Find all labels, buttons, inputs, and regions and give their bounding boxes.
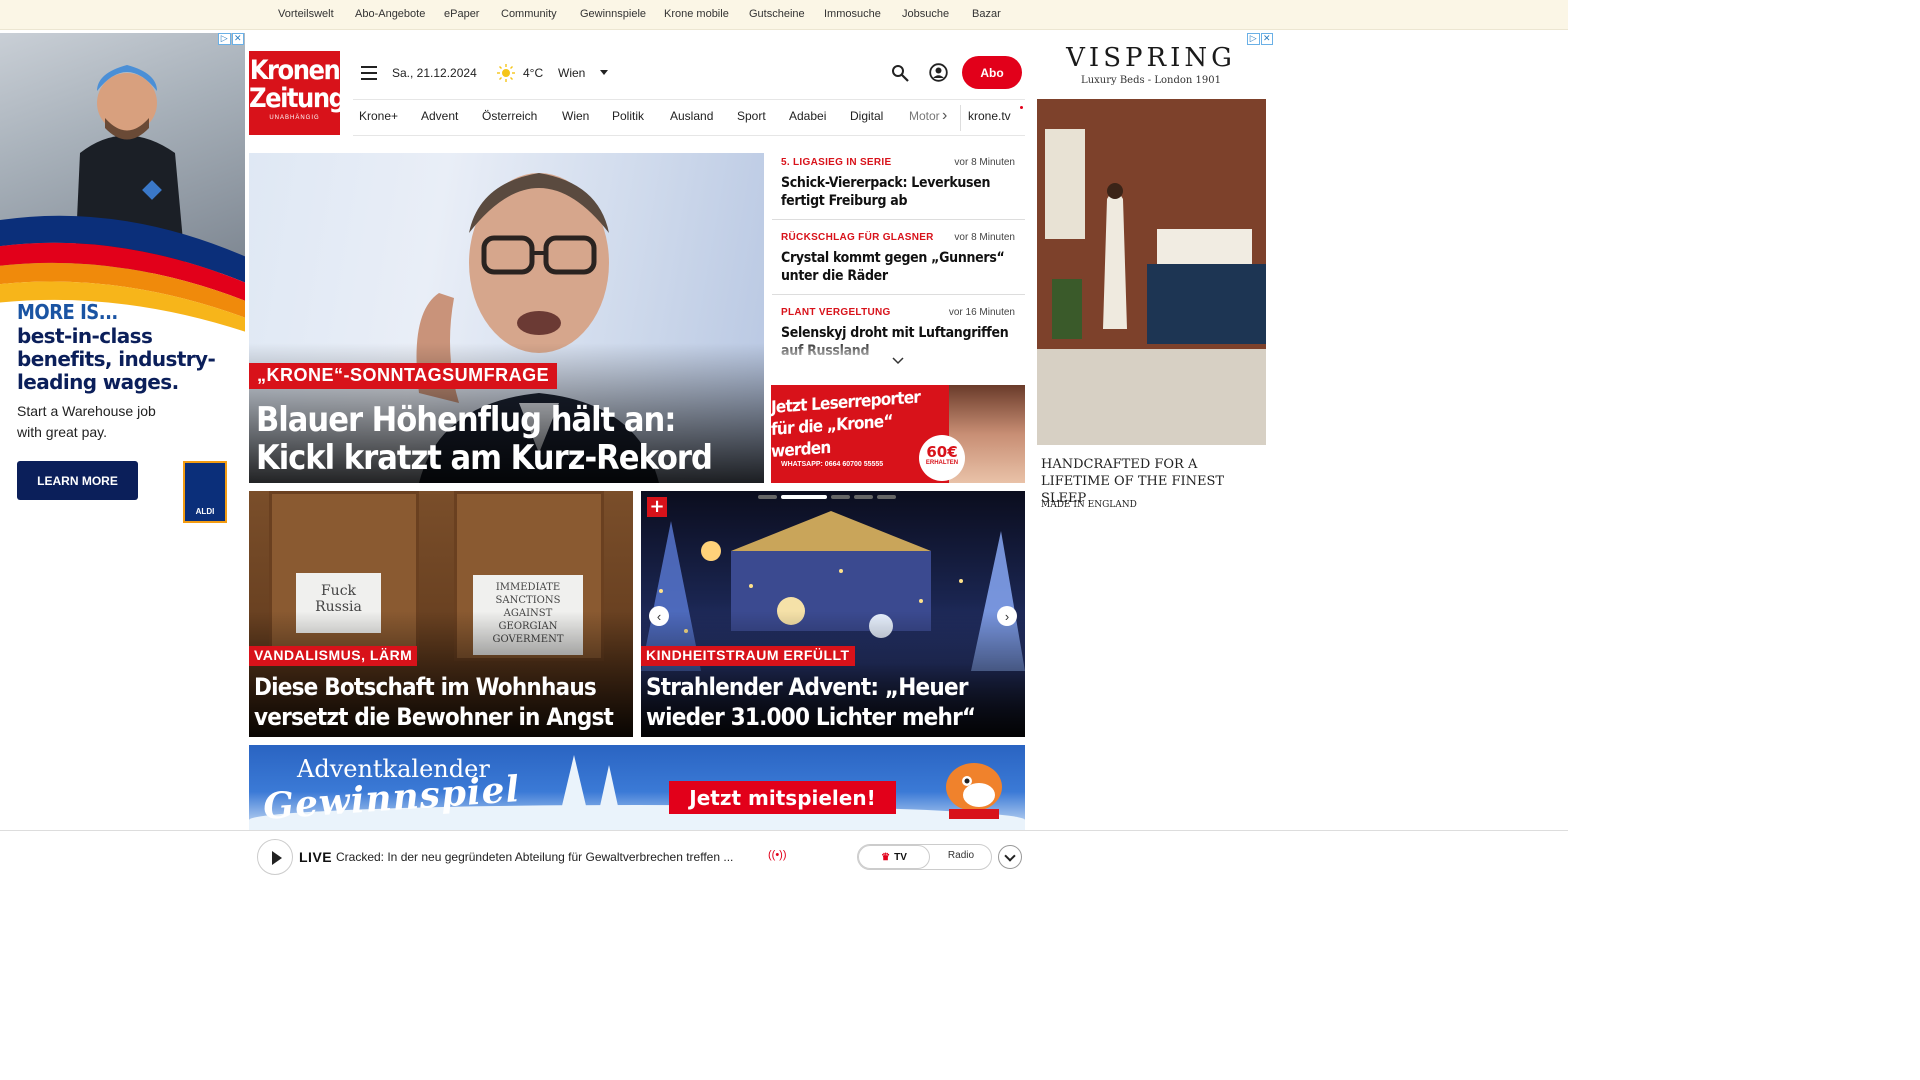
fox-mascot-icon xyxy=(946,763,1002,819)
vispring-logo: VISPRING xyxy=(1066,43,1236,73)
aldi-logo: ALDI xyxy=(183,461,227,523)
krone-plus-icon: + xyxy=(647,497,667,517)
news-time: vor 16 Minuten xyxy=(948,307,1015,318)
nav-divider xyxy=(960,105,961,131)
user-account-icon[interactable] xyxy=(929,63,948,82)
nav-item-ausland[interactable]: Ausland xyxy=(670,109,713,123)
teaser-article[interactable]: Fuck Russia IMMEDIATE SANCTIONS AGAINST … xyxy=(249,491,633,737)
topbar-link-gewinnspiele[interactable]: Gewinnspiele xyxy=(580,8,646,20)
news-kicker: RÜCKSCHLAG FÜR GLASNER xyxy=(781,232,934,243)
teaser-title[interactable]: Diese Botschaft im Wohnhaus versetzt die… xyxy=(254,672,633,732)
jetzt-mitspielen-button[interactable]: Jetzt mitspielen! xyxy=(669,781,896,814)
topbar-link-jobsuche[interactable]: Jobsuche xyxy=(902,8,949,20)
menu-icon[interactable] xyxy=(361,66,377,80)
slide-dot[interactable] xyxy=(831,495,850,499)
right-advertisement[interactable]: ▷ ✕ VISPRING Luxury Beds - London 1901 HA… xyxy=(1037,33,1273,525)
top-utility-bar: Vorteilswelt Abo-Angebote ePaper Communi… xyxy=(0,0,1568,30)
live-indicator-dot xyxy=(1020,106,1023,109)
vispring-made-in: MADE IN ENGLAND xyxy=(1041,500,1137,510)
hero-title[interactable]: Blauer Höhenflug hält an: Kickl kratzt a… xyxy=(256,401,756,477)
chevron-right-icon[interactable]: › xyxy=(942,108,947,124)
teaser-kicker: VANDALISMUS, LÄRM xyxy=(249,646,418,666)
learn-more-button[interactable]: LEARN MORE xyxy=(17,461,138,500)
crown-icon: ♛ xyxy=(881,851,891,863)
news-time: vor 8 Minuten xyxy=(954,157,1015,168)
chevron-down-icon[interactable] xyxy=(600,70,608,75)
slide-dot[interactable] xyxy=(758,495,777,499)
tree-icon xyxy=(561,755,621,820)
teaser-title[interactable]: Strahlender Advent: „Heuer wieder 31.000… xyxy=(646,672,1025,732)
nav-item-oesterreich[interactable]: Österreich xyxy=(482,109,537,123)
sun-icon xyxy=(497,64,515,82)
chevron-left-icon[interactable]: ‹ xyxy=(649,606,669,626)
radio-tab[interactable]: Radio xyxy=(930,850,992,861)
hero-article[interactable]: „KRONE“-SONNTAGSUMFRAGE Blauer Höhenflug… xyxy=(249,153,764,483)
slide-dot-active[interactable] xyxy=(781,495,827,499)
topbar-link-immosuche[interactable]: Immosuche xyxy=(824,8,881,20)
teaser-slideshow[interactable]: KINDHEITSTRAUM ERFÜLLT Strahlender Adven… xyxy=(641,491,1025,737)
slide-dot[interactable] xyxy=(877,495,896,499)
nav-item-krone-tv[interactable]: krone.tv xyxy=(968,109,1011,123)
topbar-link-community[interactable]: Community xyxy=(501,8,557,20)
temperature: 4°C xyxy=(523,66,544,80)
live-label: LIVE xyxy=(299,849,333,865)
news-title[interactable]: Schick-Viererpack: Leverkusen fertigt Fr… xyxy=(781,174,1016,210)
left-advertisement[interactable]: ▷ ✕ MORE IS... best-in-class benefits, in… xyxy=(0,33,245,525)
adventkalender-banner[interactable]: Adventkalender Gewinnspiel Jetzt mitspie… xyxy=(249,745,1025,830)
main-navigation: Krone+ Advent Österreich Wien Politik Au… xyxy=(353,99,1025,136)
ad-subtext: Start a Warehouse job with great pay. xyxy=(17,403,156,440)
nav-item-adabei[interactable]: Adabei xyxy=(789,109,826,123)
broadcast-icon: ((•)) xyxy=(768,849,787,861)
topbar-link-epaper[interactable]: ePaper xyxy=(444,8,479,20)
topbar-link-krone-mobile[interactable]: Krone mobile xyxy=(664,8,729,20)
teaser-kicker: KINDHEITSTRAUM ERFÜLLT xyxy=(641,646,855,666)
city-selector[interactable]: Wien xyxy=(558,66,585,80)
slide-dot[interactable] xyxy=(854,495,873,499)
news-time: vor 8 Minuten xyxy=(954,232,1015,243)
nav-item-sport[interactable]: Sport xyxy=(737,109,766,123)
expand-chevron-icon[interactable] xyxy=(998,845,1022,869)
ad-headline: best-in-class benefits, industry-leading… xyxy=(17,324,216,394)
vispring-tagline: Luxury Beds - London 1901 xyxy=(1081,75,1221,86)
news-item[interactable]: RÜCKSCHLAG FÜR GLASNER vor 8 Minuten Cry… xyxy=(772,228,1025,295)
live-player-bar: LIVE Cracked: In der neu gegründeten Abt… xyxy=(0,830,1568,882)
chevron-down-icon[interactable] xyxy=(892,355,904,367)
news-item[interactable]: 5. LIGASIEG IN SERIE vor 8 Minuten Schic… xyxy=(772,153,1025,220)
nav-item-politik[interactable]: Politik xyxy=(612,109,644,123)
kronen-zeitung-logo[interactable]: Kronen Zeitung UNABHÄNGIG xyxy=(249,51,346,135)
news-title[interactable]: Crystal kommt gegen „Gunners“ unter die … xyxy=(781,249,1016,285)
nav-item-krone-plus[interactable]: Krone+ xyxy=(359,109,398,123)
tv-radio-toggle: ♛ TV Radio xyxy=(857,844,992,870)
tv-tab[interactable]: ♛ TV xyxy=(858,845,930,869)
topbar-link-vorteilswelt[interactable]: Vorteilswelt xyxy=(278,8,334,20)
nav-item-wien[interactable]: Wien xyxy=(562,109,589,123)
live-ticker-text[interactable]: Cracked: In der neu gegründeten Abteilun… xyxy=(336,850,733,864)
play-button[interactable] xyxy=(257,839,293,875)
topbar-link-gutscheine[interactable]: Gutscheine xyxy=(749,8,805,20)
topbar-link-abo-angebote[interactable]: Abo-Angebote xyxy=(355,8,425,20)
reporter-amount-badge: 60€ ERHALTEN xyxy=(919,435,965,481)
slideshow-pagination xyxy=(758,495,896,499)
bedroom-photo xyxy=(1037,99,1266,445)
abo-button[interactable]: Abo xyxy=(962,56,1022,89)
ad-choice-icon[interactable]: ▷ ✕ xyxy=(218,33,244,45)
nav-item-digital[interactable]: Digital xyxy=(850,109,883,123)
reporter-headline: Jetzt Leserreporter für die „Krone“ werd… xyxy=(771,387,921,462)
current-date: Sa., 21.12.2024 xyxy=(392,66,477,80)
topbar-link-bazar[interactable]: Bazar xyxy=(972,8,1001,20)
hero-kicker: „KRONE“-SONNTAGSUMFRAGE xyxy=(249,363,558,389)
nav-item-advent[interactable]: Advent xyxy=(421,109,458,123)
ad-more-is: MORE IS... xyxy=(17,300,118,324)
bedroom-illustration xyxy=(1037,99,1266,445)
news-kicker: 5. LIGASIEG IN SERIE xyxy=(781,157,892,168)
chevron-right-icon[interactable]: › xyxy=(997,606,1017,626)
search-icon[interactable] xyxy=(891,64,909,82)
leserreporter-banner[interactable]: Jetzt Leserreporter für die „Krone“ werd… xyxy=(771,385,1025,483)
news-kicker: PLANT VERGELTUNG xyxy=(781,307,891,318)
nav-item-motor[interactable]: Motor xyxy=(909,109,940,123)
reporter-whatsapp: WHATSAPP: 0664 60700 55555 xyxy=(781,461,884,468)
